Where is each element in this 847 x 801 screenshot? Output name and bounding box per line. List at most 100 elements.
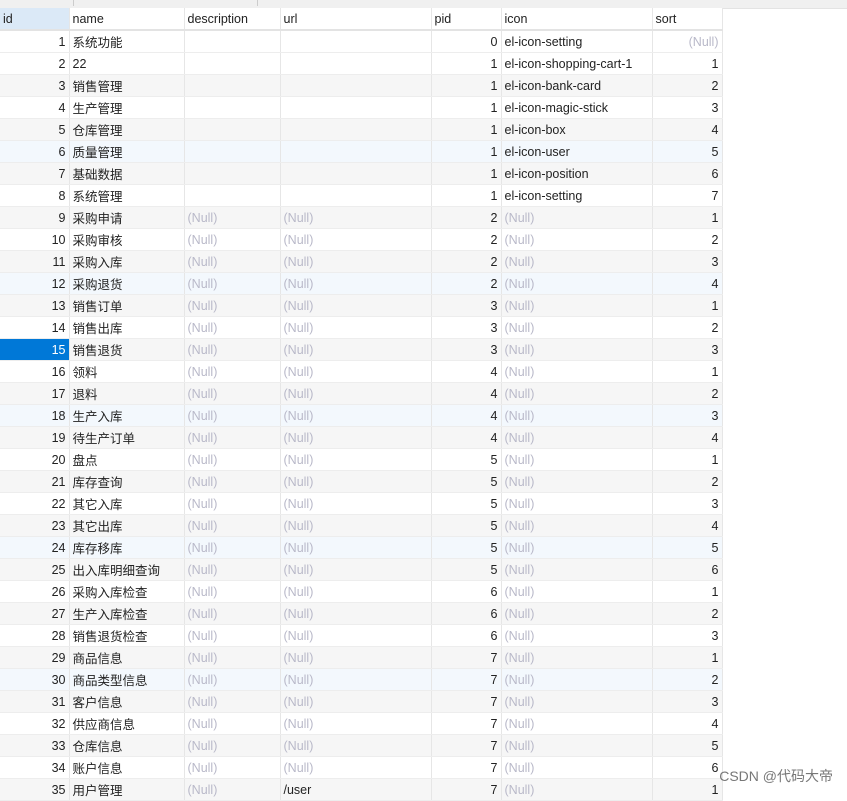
cell-description[interactable]: (Null)	[184, 404, 281, 427]
cell-id[interactable]: 14	[0, 316, 70, 339]
cell-pid[interactable]: 5	[431, 470, 502, 493]
cell-id[interactable]: 18	[0, 404, 70, 427]
table-row[interactable]: 22 其它入库 (Null) (Null) 5 (Null) 3	[0, 492, 723, 515]
cell-description[interactable]: (Null)	[184, 382, 281, 405]
cell-description[interactable]: (Null)	[184, 778, 281, 801]
cell-sort[interactable]: 2	[652, 74, 723, 97]
cell-pid[interactable]: 3	[431, 338, 502, 361]
cell-icon[interactable]: el-icon-user	[501, 140, 653, 163]
table-row[interactable]: 23 其它出库 (Null) (Null) 5 (Null) 4	[0, 514, 723, 537]
table-row[interactable]: 21 库存查询 (Null) (Null) 5 (Null) 2	[0, 470, 723, 493]
cell-description[interactable]: (Null)	[184, 668, 281, 691]
cell-description[interactable]: (Null)	[184, 206, 281, 229]
cell-icon[interactable]: el-icon-position	[501, 162, 653, 185]
cell-id[interactable]: 28	[0, 624, 70, 647]
cell-name[interactable]: 其它出库	[69, 514, 185, 537]
cell-name[interactable]: 销售退货检查	[69, 624, 185, 647]
cell-id[interactable]: 4	[0, 96, 70, 119]
cell-pid[interactable]: 7	[431, 712, 502, 735]
cell-description[interactable]: (Null)	[184, 734, 281, 757]
table-row[interactable]: 25 出入库明细查询 (Null) (Null) 5 (Null) 6	[0, 558, 723, 581]
cell-icon[interactable]: (Null)	[501, 492, 653, 515]
cell-icon[interactable]: (Null)	[501, 536, 653, 559]
cell-icon[interactable]: (Null)	[501, 272, 653, 295]
cell-sort[interactable]: 5	[652, 140, 723, 163]
cell-id[interactable]: 16	[0, 360, 70, 383]
cell-name[interactable]: 采购退货	[69, 272, 185, 295]
cell-id[interactable]: 5	[0, 118, 70, 141]
cell-url[interactable]: (Null)	[280, 580, 432, 603]
cell-url[interactable]: (Null)	[280, 492, 432, 515]
cell-id[interactable]: 27	[0, 602, 70, 625]
cell-url[interactable]: (Null)	[280, 228, 432, 251]
table-row[interactable]: 7 基础数据 1 el-icon-position 6	[0, 162, 723, 185]
cell-url[interactable]: (Null)	[280, 514, 432, 537]
cell-name[interactable]: 盘点	[69, 448, 185, 471]
cell-name[interactable]: 退料	[69, 382, 185, 405]
cell-description[interactable]	[184, 30, 281, 53]
column-header-icon[interactable]: icon	[501, 8, 653, 31]
cell-id[interactable]: 22	[0, 492, 70, 515]
cell-pid[interactable]: 2	[431, 228, 502, 251]
table-row[interactable]: 30 商品类型信息 (Null) (Null) 7 (Null) 2	[0, 668, 723, 691]
cell-name[interactable]: 采购入库	[69, 250, 185, 273]
cell-id[interactable]: 3	[0, 74, 70, 97]
cell-name[interactable]: 销售管理	[69, 74, 185, 97]
cell-sort[interactable]: 1	[652, 294, 723, 317]
cell-name[interactable]: 库存移库	[69, 536, 185, 559]
cell-sort[interactable]: 1	[652, 778, 723, 801]
cell-sort[interactable]: 2	[652, 316, 723, 339]
cell-sort[interactable]: 6	[652, 558, 723, 581]
cell-url[interactable]	[280, 162, 432, 185]
cell-sort[interactable]: 5	[652, 536, 723, 559]
cell-pid[interactable]: 1	[431, 52, 502, 75]
cell-sort[interactable]: 1	[652, 360, 723, 383]
cell-description[interactable]: (Null)	[184, 580, 281, 603]
cell-sort[interactable]: 4	[652, 426, 723, 449]
cell-description[interactable]: (Null)	[184, 492, 281, 515]
cell-url[interactable]	[280, 52, 432, 75]
cell-sort[interactable]: 5	[652, 734, 723, 757]
cell-icon[interactable]: (Null)	[501, 668, 653, 691]
column-header-id[interactable]: id	[0, 8, 70, 31]
cell-pid[interactable]: 5	[431, 492, 502, 515]
cell-pid[interactable]: 7	[431, 690, 502, 713]
table-row[interactable]: 26 采购入库检查 (Null) (Null) 6 (Null) 1	[0, 580, 723, 603]
cell-icon[interactable]: (Null)	[501, 404, 653, 427]
cell-sort[interactable]: 1	[652, 52, 723, 75]
table-row[interactable]: 15 销售退货 (Null) (Null) 3 (Null) 3	[0, 338, 723, 361]
cell-id[interactable]: 11	[0, 250, 70, 273]
cell-name[interactable]: 系统管理	[69, 184, 185, 207]
column-header-description[interactable]: description	[184, 8, 281, 31]
cell-name[interactable]: 仓库管理	[69, 118, 185, 141]
cell-icon[interactable]: (Null)	[501, 558, 653, 581]
cell-sort[interactable]: 2	[652, 602, 723, 625]
cell-name[interactable]: 销售订单	[69, 294, 185, 317]
cell-sort[interactable]: 3	[652, 690, 723, 713]
cell-pid[interactable]: 6	[431, 580, 502, 603]
cell-sort[interactable]: 3	[652, 250, 723, 273]
cell-url[interactable]: (Null)	[280, 668, 432, 691]
cell-name[interactable]: 采购入库检查	[69, 580, 185, 603]
table-row[interactable]: 6 质量管理 1 el-icon-user 5	[0, 140, 723, 163]
cell-sort[interactable]: 2	[652, 228, 723, 251]
cell-id[interactable]: 7	[0, 162, 70, 185]
cell-sort[interactable]: 1	[652, 206, 723, 229]
table-row[interactable]: 32 供应商信息 (Null) (Null) 7 (Null) 4	[0, 712, 723, 735]
cell-sort[interactable]: 3	[652, 96, 723, 119]
cell-sort[interactable]: 2	[652, 470, 723, 493]
cell-icon[interactable]: (Null)	[501, 756, 653, 779]
cell-id[interactable]: 35	[0, 778, 70, 801]
cell-url[interactable]: (Null)	[280, 294, 432, 317]
cell-icon[interactable]: (Null)	[501, 778, 653, 801]
cell-description[interactable]	[184, 118, 281, 141]
cell-name[interactable]: 采购审核	[69, 228, 185, 251]
cell-sort[interactable]: 4	[652, 712, 723, 735]
cell-description[interactable]: (Null)	[184, 426, 281, 449]
cell-description[interactable]: (Null)	[184, 690, 281, 713]
cell-pid[interactable]: 7	[431, 778, 502, 801]
cell-name[interactable]: 基础数据	[69, 162, 185, 185]
cell-url[interactable]: (Null)	[280, 756, 432, 779]
cell-description[interactable]: (Null)	[184, 712, 281, 735]
cell-url[interactable]	[280, 184, 432, 207]
